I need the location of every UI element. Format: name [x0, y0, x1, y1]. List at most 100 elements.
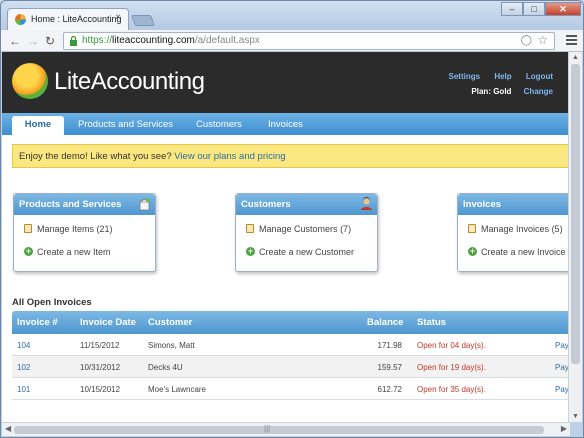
pay-link[interactable]: Pay — [555, 385, 569, 394]
logout-link[interactable]: Logout — [526, 72, 553, 81]
plan-info: Plan: Gold Change — [471, 87, 553, 96]
create-label: Create a new Invoice — [481, 247, 566, 257]
invoice-count: (5) — [551, 224, 563, 234]
item-count: (21) — [96, 224, 113, 234]
main-nav: Home Products and Services Customers Inv… — [2, 113, 570, 135]
favicon-icon — [15, 14, 26, 25]
table-row: 101 10/15/2012 Moe's Lawncare 612.72 Ope… — [12, 378, 570, 400]
address-bar[interactable]: https://liteaccounting.com/a/default.asp… — [63, 32, 555, 50]
widget-title: Invoices — [463, 199, 502, 210]
col-invoice-date[interactable]: Invoice Date — [80, 317, 136, 328]
tab-strip: Home : LiteAccounting × – □ ✕ — [1, 1, 583, 31]
create-label: Create a new Customer — [259, 247, 355, 257]
url-domain: liteaccounting.com — [112, 35, 195, 46]
plus-circle-icon: + — [468, 246, 477, 256]
minimize-button[interactable]: – — [501, 2, 523, 16]
scroll-thumb[interactable] — [14, 426, 544, 434]
browser-window: Home : LiteAccounting × – □ ✕ ← → ↻ http… — [0, 0, 584, 438]
banner-text: Enjoy the demo! Like what you see? — [19, 151, 172, 162]
window-controls: – □ ✕ — [501, 2, 581, 16]
plan-label: Plan: Gold — [471, 87, 512, 96]
col-customer[interactable]: Customer — [148, 317, 192, 328]
invoices-table: Invoice # Invoice Date Customer Balance … — [12, 311, 570, 400]
close-tab-icon[interactable]: × — [115, 12, 121, 23]
col-status[interactable]: Status — [417, 317, 446, 328]
back-arrow-icon[interactable]: ← — [9, 33, 21, 49]
plus-circle-icon: + — [24, 246, 33, 256]
maximize-button[interactable]: □ — [523, 2, 545, 16]
create-customer-link[interactable]: + Create a new Customer — [236, 245, 377, 269]
close-window-button[interactable]: ✕ — [545, 2, 581, 16]
tab-customers[interactable]: Customers — [196, 119, 242, 130]
scroll-down-icon[interactable]: ▼ — [572, 413, 579, 420]
url-text: https://liteaccounting.com/a/default.asp… — [82, 35, 260, 46]
browser-tab[interactable]: Home : LiteAccounting × — [7, 8, 129, 31]
widget-header: Customers — [236, 194, 377, 215]
manage-customers-link[interactable]: Manage Customers (7) — [236, 222, 377, 245]
customer-count: (7) — [340, 224, 352, 234]
scroll-grip-icon: ||| — [264, 424, 271, 433]
section-title: All Open Invoices — [12, 297, 92, 308]
clipboard-icon — [246, 224, 254, 233]
col-invoice-number[interactable]: Invoice # — [17, 317, 58, 328]
invoice-number-link[interactable]: 104 — [17, 341, 30, 350]
browser-toolbar: ← → ↻ https://liteaccounting.com/a/defau… — [1, 30, 583, 52]
forward-arrow-icon[interactable]: → — [27, 33, 39, 49]
logo-icon — [12, 63, 48, 99]
shield-icon[interactable]: ◯ — [521, 35, 532, 46]
balance: 159.57 — [377, 363, 402, 372]
reload-icon[interactable]: ↻ — [45, 33, 55, 49]
plans-pricing-link[interactable]: View our plans and pricing — [174, 151, 285, 162]
help-link[interactable]: Help — [494, 72, 511, 81]
new-tab-button[interactable] — [130, 15, 156, 26]
manage-label: Manage Invoices — [481, 224, 550, 234]
pay-link[interactable]: Pay — [555, 341, 569, 350]
invoice-number-link[interactable]: 102 — [17, 363, 30, 372]
horizontal-scrollbar[interactable]: ◀ ||| ▶ — [2, 422, 570, 436]
manage-invoices-link[interactable]: Manage Invoices (5) — [458, 222, 570, 245]
url-path: /a/default.aspx — [194, 35, 260, 46]
status-text: Open for 35 day(s). — [417, 385, 486, 394]
site-header: LiteAccounting Settings Help Logout Plan… — [2, 52, 570, 113]
widget-header: Products and Services — [14, 194, 155, 215]
invoice-date: 10/15/2012 — [80, 385, 121, 394]
customers-widget: Customers Manage Customers (7) + Create … — [235, 193, 378, 272]
table-row: 102 10/31/2012 Decks 4U 159.57 Open for … — [12, 356, 570, 378]
vertical-scrollbar[interactable]: ▲ ▼ — [568, 52, 582, 422]
create-invoice-link[interactable]: + Create a new Invoice — [458, 245, 570, 269]
create-label: Create a new Item — [37, 247, 111, 257]
clipboard-icon — [24, 224, 32, 233]
scroll-right-icon[interactable]: ▶ — [561, 424, 567, 433]
manage-items-link[interactable]: Manage Items (21) — [14, 222, 155, 245]
widget-title: Products and Services — [19, 199, 122, 210]
clipboard-icon — [468, 224, 476, 233]
hamburger-menu-icon[interactable] — [563, 33, 579, 48]
tab-products-and-services[interactable]: Products and Services — [78, 119, 173, 130]
page-viewport: LiteAccounting Settings Help Logout Plan… — [2, 52, 570, 422]
tab-invoices[interactable]: Invoices — [268, 119, 303, 130]
star-icon[interactable]: ☆ — [537, 33, 548, 47]
status-text: Open for 19 day(s). — [417, 363, 486, 372]
box-icon — [139, 198, 150, 211]
scroll-thumb[interactable] — [571, 64, 580, 364]
invoice-date: 10/31/2012 — [80, 363, 121, 372]
scroll-left-icon[interactable]: ◀ — [5, 424, 11, 433]
manage-label: Manage Customers — [259, 224, 338, 234]
settings-link[interactable]: Settings — [449, 72, 481, 81]
change-plan-link[interactable]: Change — [524, 87, 553, 96]
widget-title: Customers — [241, 199, 291, 210]
plus-circle-icon: + — [246, 246, 255, 256]
invoice-number-link[interactable]: 101 — [17, 385, 30, 394]
scroll-up-icon[interactable]: ▲ — [572, 54, 579, 61]
manage-label: Manage Items — [37, 224, 95, 234]
demo-banner: Enjoy the demo! Like what you see? View … — [12, 144, 570, 168]
col-balance[interactable]: Balance — [367, 317, 403, 328]
tab-home[interactable]: Home — [12, 116, 64, 135]
tab-title: Home : LiteAccounting — [31, 14, 122, 24]
pay-link[interactable]: Pay — [555, 363, 569, 372]
customer-name: Decks 4U — [148, 363, 183, 372]
customer-name: Moe's Lawncare — [148, 385, 206, 394]
invoice-date: 11/15/2012 — [80, 341, 120, 350]
status-text: Open for 04 day(s). — [417, 341, 486, 350]
create-item-link[interactable]: + Create a new Item — [14, 245, 155, 269]
